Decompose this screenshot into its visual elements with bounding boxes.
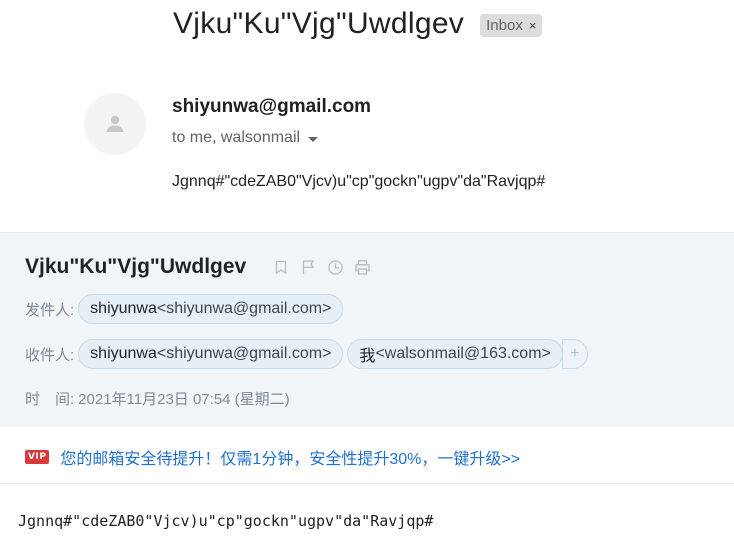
recipient-name: 我	[359, 348, 376, 365]
sender-avatar[interactable]	[84, 93, 146, 155]
recipient-name: shiyunwa	[90, 345, 157, 362]
recipient-address: <walsonmail@163.com>	[375, 345, 551, 362]
sender-name: shiyunwa	[90, 300, 157, 317]
to-label: 收件人:	[25, 346, 75, 364]
gmail-subject-row: Vjku"Ku"Vjg"Uwdlgev Inbox ×	[173, 7, 543, 41]
to-row: 收件人: shiyunwa <shiyunwa@gmail.com> 我 <wa…	[25, 339, 588, 369]
security-upgrade-banner: VIP 您的邮箱安全待提升！仅需1分钟，安全性提升30%，一键升级>>	[0, 427, 734, 484]
netease-subject: Vjku"Ku"Vjg"Uwdlgev	[25, 255, 247, 278]
inbox-label-chip[interactable]: Inbox ×	[480, 13, 543, 37]
sender-chip[interactable]: shiyunwa <shiyunwa@gmail.com>	[78, 294, 344, 324]
gmail-recipients-text: to me, walsonmail	[172, 129, 301, 146]
netease-toolbar	[272, 258, 371, 276]
time-label: 时 间:	[25, 391, 75, 408]
gmail-message-body: Jgnnq#"cdeZAB0"Vjcv)u"cp"gockn"ugpv"da"R…	[172, 173, 546, 190]
show-details-dropdown-icon[interactable]	[308, 136, 319, 142]
recipient-chip[interactable]: shiyunwa <shiyunwa@gmail.com>	[78, 339, 344, 369]
time-value: 2021年11月23日 07:54 (星期二)	[78, 391, 290, 408]
flag-icon[interactable]	[299, 258, 317, 276]
remove-label-icon[interactable]: ×	[529, 18, 537, 33]
bookmark-icon[interactable]	[272, 258, 290, 276]
recipient-chip[interactable]: 我 <walsonmail@163.com>	[347, 339, 563, 369]
gmail-recipients[interactable]: to me, walsonmail	[172, 129, 319, 147]
recipient-address: <shiyunwa@gmail.com>	[156, 345, 332, 362]
inbox-label-text: Inbox	[486, 16, 523, 34]
security-upgrade-banner-content: VIP 您的邮箱安全待提升！仅需1分钟，安全性提升30%，一键升级>>	[25, 445, 520, 469]
gmail-sender: shiyunwa@gmail.com	[172, 96, 372, 117]
netease-header-panel: Vjku"Ku"Vjg"Uwdlgev 发件人: shiyunwa <shiyu…	[0, 232, 734, 427]
from-label: 发件人:	[25, 301, 75, 319]
vip-icon: VIP	[25, 450, 50, 464]
netease-subject-row: Vjku"Ku"Vjg"Uwdlgev	[25, 255, 371, 279]
time-row: 时 间: 2021年11月23日 07:54 (星期二)	[25, 388, 290, 409]
person-icon	[106, 115, 124, 132]
from-row: 发件人: shiyunwa <shiyunwa@gmail.com>	[25, 294, 347, 324]
netease-message-body: Jgnnq#"cdeZAB0"Vjcv)u"cp"gockn"ugpv"da"R…	[18, 512, 434, 530]
add-contact-button[interactable]: +	[561, 339, 588, 369]
print-icon[interactable]	[353, 258, 371, 276]
gmail-subject: Vjku"Ku"Vjg"Uwdlgev	[173, 7, 465, 40]
sender-address: <shiyunwa@gmail.com>	[156, 300, 332, 317]
security-upgrade-link[interactable]: 您的邮箱安全待提升！仅需1分钟，安全性提升30%，一键升级>>	[60, 445, 520, 469]
clock-icon[interactable]	[326, 258, 344, 276]
